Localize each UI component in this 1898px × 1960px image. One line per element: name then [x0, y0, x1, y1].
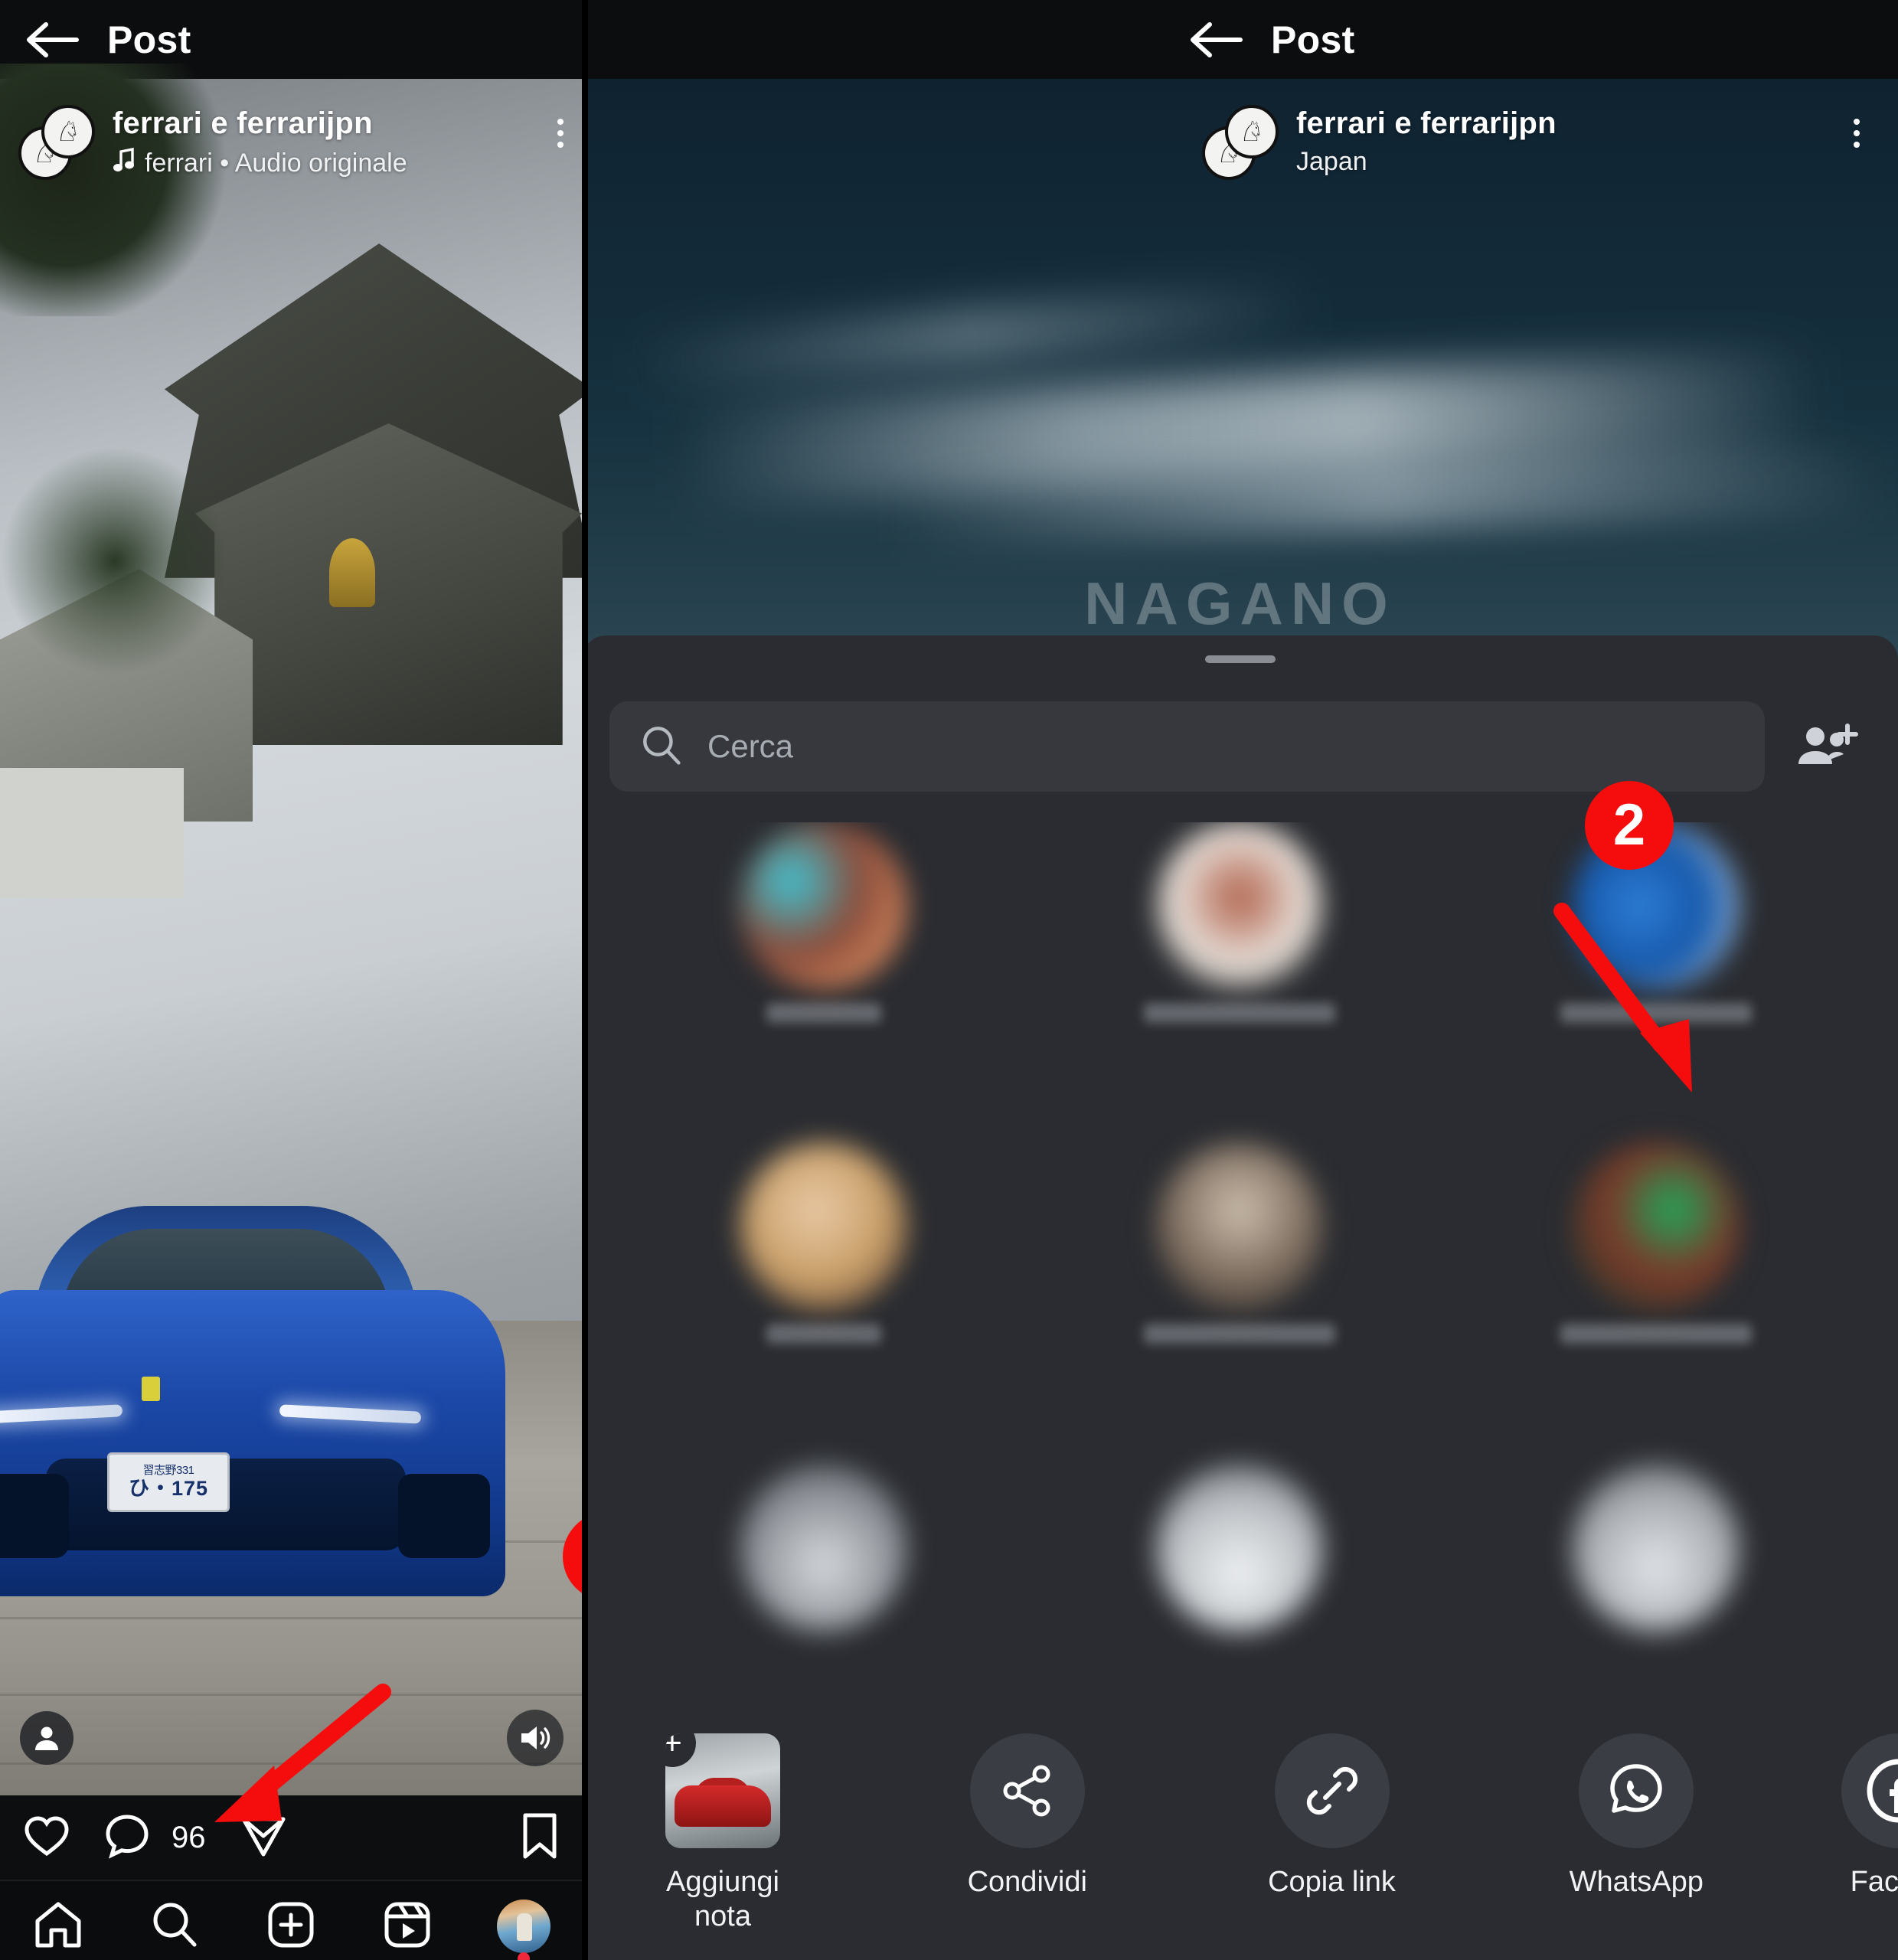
- back-arrow-icon[interactable]: [1187, 17, 1243, 63]
- facebook-icon: [1841, 1733, 1898, 1849]
- post-header-text: ferrari e ferrarijpn ferrari • Audio ori…: [113, 105, 407, 180]
- post-username[interactable]: ferrari e ferrarijpn: [113, 106, 407, 141]
- nav-home[interactable]: [12, 1890, 104, 1960]
- avatar-group[interactable]: ♘ ♘: [18, 105, 99, 180]
- more-options-icon[interactable]: [1854, 105, 1860, 148]
- annotation-arrow-1: [214, 1684, 391, 1822]
- whatsapp-icon: [1579, 1733, 1694, 1849]
- annotation-marker-1: 1: [563, 1512, 582, 1601]
- post-header: ♘ ♘ ferrari e ferrarijpn Japan: [582, 79, 1898, 180]
- home-icon: [33, 1901, 83, 1952]
- right-screen: Post NAGANO 530km Travel ♘ ♘ ferrar: [582, 0, 1898, 1960]
- heart-icon[interactable]: [23, 1814, 70, 1862]
- person-item[interactable]: [1032, 1143, 1449, 1446]
- bottom-navigation: [0, 1880, 582, 1960]
- left-screen: Post 習志野331 ひ・175 ♘ ♘ ferrari e ferrarij…: [0, 0, 582, 1960]
- share-action-copia-link[interactable]: Copia link: [1217, 1733, 1447, 1900]
- ferrari-badge-icon: [142, 1377, 160, 1401]
- nav-search[interactable]: [129, 1890, 221, 1960]
- share-action-aggiungi-nota[interactable]: + Aggiungi nota: [608, 1733, 838, 1934]
- annotation-arrow-2: [1553, 903, 1692, 1093]
- more-options-icon[interactable]: [557, 105, 564, 148]
- post-audio-row[interactable]: ferrari • Audio originale: [113, 147, 407, 180]
- share-action-label: Condividi: [967, 1866, 1087, 1899]
- comment-icon[interactable]: [104, 1813, 150, 1863]
- person-item[interactable]: [1448, 1464, 1864, 1733]
- search-placeholder: Cerca: [707, 728, 794, 764]
- person-item[interactable]: [616, 1464, 1032, 1733]
- share-action-facebook[interactable]: Facebo: [1826, 1733, 1898, 1900]
- person-item[interactable]: [1032, 822, 1449, 1125]
- nav-reels[interactable]: [361, 1890, 453, 1960]
- avatar-group[interactable]: ♘ ♘: [1202, 105, 1282, 180]
- gold-ornament: [329, 538, 375, 607]
- page-title: Post: [1271, 18, 1355, 61]
- air-intake-left: [0, 1474, 69, 1558]
- license-plate-top: 習志野331: [142, 1463, 194, 1477]
- screenshot-root: Post 習志野331 ひ・175 ♘ ♘ ferrari e ferrarij…: [0, 0, 1898, 1960]
- share-sheet: Cerca + Aggiungi nota Condividi Copia li…: [582, 635, 1898, 1960]
- music-note-icon: [113, 147, 136, 180]
- person-item[interactable]: [1448, 1143, 1864, 1446]
- add-note-thumbnail-icon: +: [665, 1733, 780, 1849]
- notification-dot: [518, 1952, 530, 1960]
- post-audio-label: ferrari • Audio originale: [145, 149, 407, 178]
- search-icon: [150, 1900, 199, 1953]
- post-header-text: ferrari e ferrarijpn Japan: [1296, 105, 1557, 177]
- drag-handle[interactable]: [1204, 655, 1276, 663]
- search-icon: [640, 724, 681, 769]
- search-input[interactable]: Cerca: [609, 701, 1765, 792]
- share-action-condividi[interactable]: Condividi: [913, 1733, 1142, 1900]
- overlay-title: NAGANO: [1084, 570, 1396, 637]
- ferrari-horse-icon: ♘: [55, 116, 81, 147]
- nav-profile[interactable]: [478, 1890, 570, 1960]
- panel-divider: [582, 0, 588, 1960]
- profile-avatar-icon: [497, 1900, 550, 1953]
- share-action-label: WhatsApp: [1569, 1866, 1704, 1899]
- avatar-primary: ♘: [41, 105, 95, 158]
- share-action-label: Aggiungi nota: [666, 1866, 779, 1933]
- person-item[interactable]: [616, 1143, 1032, 1446]
- sound-on-icon[interactable]: [507, 1710, 564, 1766]
- nav-create[interactable]: [245, 1890, 337, 1960]
- reels-icon: [384, 1901, 431, 1952]
- back-arrow-icon[interactable]: [23, 17, 80, 63]
- add-person-icon[interactable]: [1786, 721, 1870, 772]
- share-action-label: Copia link: [1268, 1866, 1396, 1899]
- share-action-label: Facebo: [1850, 1866, 1898, 1899]
- ferrari-car: 習志野331 ひ・175: [0, 1183, 505, 1596]
- tree-foliage-left: [0, 446, 230, 676]
- license-plate: 習志野331 ひ・175: [107, 1452, 230, 1512]
- person-item[interactable]: [616, 822, 1032, 1125]
- page-title: Post: [107, 18, 191, 61]
- post-header: ♘ ♘ ferrari e ferrarijpn ferrari • Audio…: [0, 79, 582, 180]
- air-intake-right: [398, 1474, 490, 1558]
- post-location[interactable]: Japan: [1296, 147, 1557, 177]
- post-media[interactable]: 習志野331 ひ・175 ♘ ♘ ferrari e ferrarijpn fe…: [0, 64, 582, 1795]
- white-wall: [0, 768, 184, 898]
- share-action-whatsapp[interactable]: WhatsApp: [1521, 1733, 1751, 1900]
- annotation-marker-2: 2: [1585, 781, 1674, 870]
- person-item[interactable]: [1032, 1464, 1449, 1733]
- ferrari-horse-icon: ♘: [1239, 116, 1265, 147]
- bookmark-icon[interactable]: [521, 1812, 559, 1864]
- share-search-row: Cerca: [609, 701, 1870, 792]
- plus-icon: +: [665, 1733, 696, 1768]
- link-icon: [1274, 1733, 1390, 1849]
- license-plate-bottom: ひ・175: [128, 1477, 209, 1501]
- avatar-primary: ♘: [1225, 105, 1279, 158]
- person-icon[interactable]: [20, 1711, 74, 1765]
- post-username[interactable]: ferrari e ferrarijpn: [1296, 106, 1557, 141]
- share-nodes-icon: [969, 1733, 1085, 1849]
- share-actions-row: + Aggiungi nota Condividi Copia link Wha…: [582, 1733, 1898, 1960]
- plus-square-icon: [267, 1901, 315, 1952]
- right-topbar: Post: [582, 0, 1898, 79]
